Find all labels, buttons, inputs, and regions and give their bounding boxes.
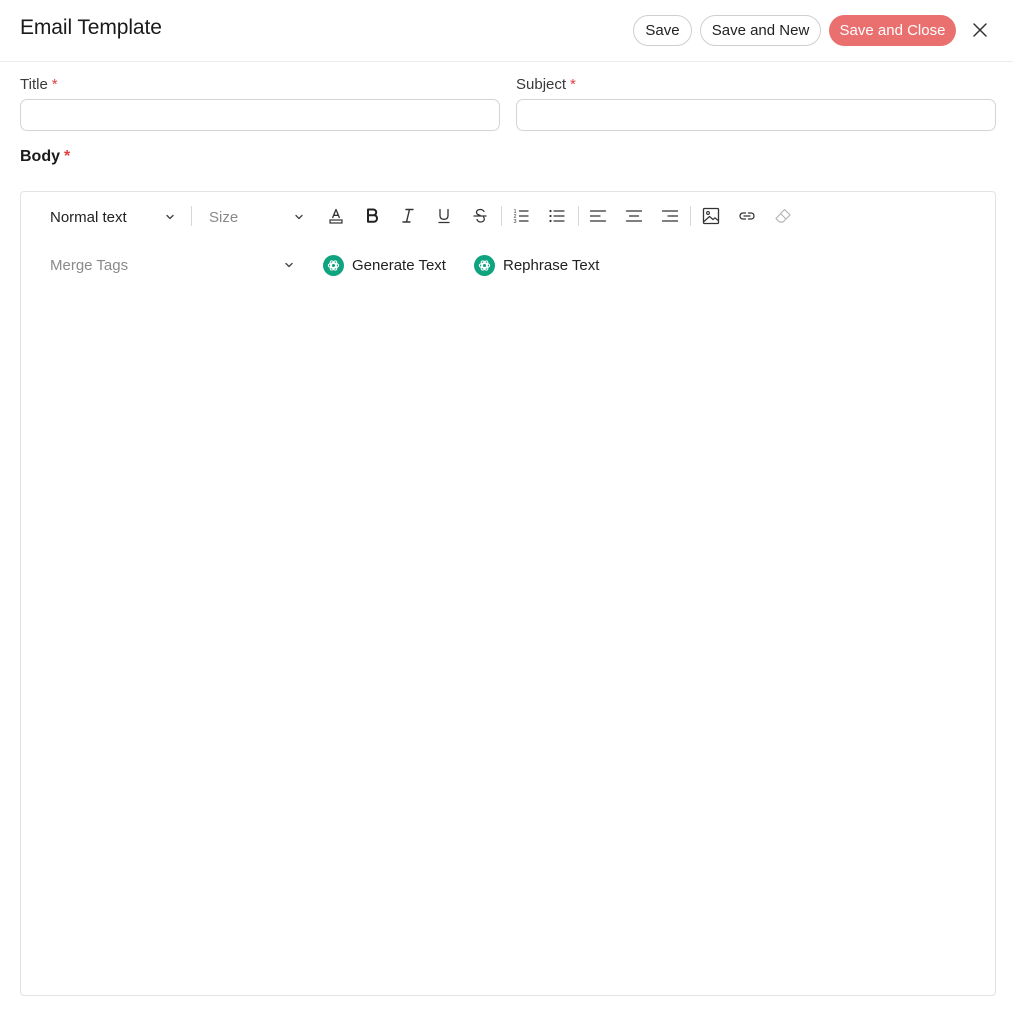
toolbar-divider <box>501 206 502 226</box>
chevron-down-icon <box>164 210 176 227</box>
generate-text-button[interactable]: Generate Text <box>323 253 446 277</box>
chevron-down-icon <box>293 210 305 227</box>
chevron-down-icon <box>283 258 295 275</box>
required-mark: * <box>64 148 71 165</box>
bullet-list-icon[interactable] <box>545 204 569 228</box>
toolbar-divider <box>578 206 579 226</box>
save-button[interactable]: Save <box>633 15 692 46</box>
italic-icon[interactable] <box>396 204 420 228</box>
toolbar-divider <box>191 206 192 226</box>
title-label: Title * <box>20 76 58 93</box>
ordered-list-icon[interactable]: 123 <box>509 204 533 228</box>
close-icon[interactable] <box>968 18 992 42</box>
font-color-icon[interactable] <box>324 204 348 228</box>
svg-text:3: 3 <box>514 219 517 225</box>
required-mark: * <box>51 76 58 93</box>
subject-input[interactable] <box>516 99 996 131</box>
eraser-icon[interactable] <box>771 204 795 228</box>
align-left-icon[interactable] <box>586 204 610 228</box>
required-mark: * <box>570 76 576 93</box>
page-title: Email Template <box>20 16 162 39</box>
save-and-new-button[interactable]: Save and New <box>700 15 821 46</box>
align-center-icon[interactable] <box>622 204 646 228</box>
toolbar-divider <box>690 206 691 226</box>
link-icon[interactable] <box>735 204 759 228</box>
underline-icon[interactable] <box>432 204 456 228</box>
dialog-header: Email Template Save Save and New Save an… <box>0 0 1013 62</box>
title-input[interactable] <box>20 99 500 131</box>
body-editor[interactable]: Normal text Size 123 Merge Tags Generate… <box>20 191 996 996</box>
save-and-close-button[interactable]: Save and Close <box>829 15 956 46</box>
merge-tags-select[interactable]: Merge Tags <box>50 254 298 276</box>
subject-label: Subject * <box>516 76 576 93</box>
rephrase-text-button[interactable]: Rephrase Text <box>474 253 599 277</box>
text-style-select[interactable]: Normal text <box>50 206 180 228</box>
openai-icon <box>474 254 495 276</box>
body-label: Body * <box>20 148 71 165</box>
openai-icon <box>323 254 344 276</box>
image-icon[interactable] <box>699 204 723 228</box>
editor-content-area[interactable] <box>21 292 995 995</box>
align-right-icon[interactable] <box>658 204 682 228</box>
bold-icon[interactable] <box>360 204 384 228</box>
font-size-select[interactable]: Size <box>209 206 309 228</box>
strikethrough-icon[interactable] <box>468 204 492 228</box>
